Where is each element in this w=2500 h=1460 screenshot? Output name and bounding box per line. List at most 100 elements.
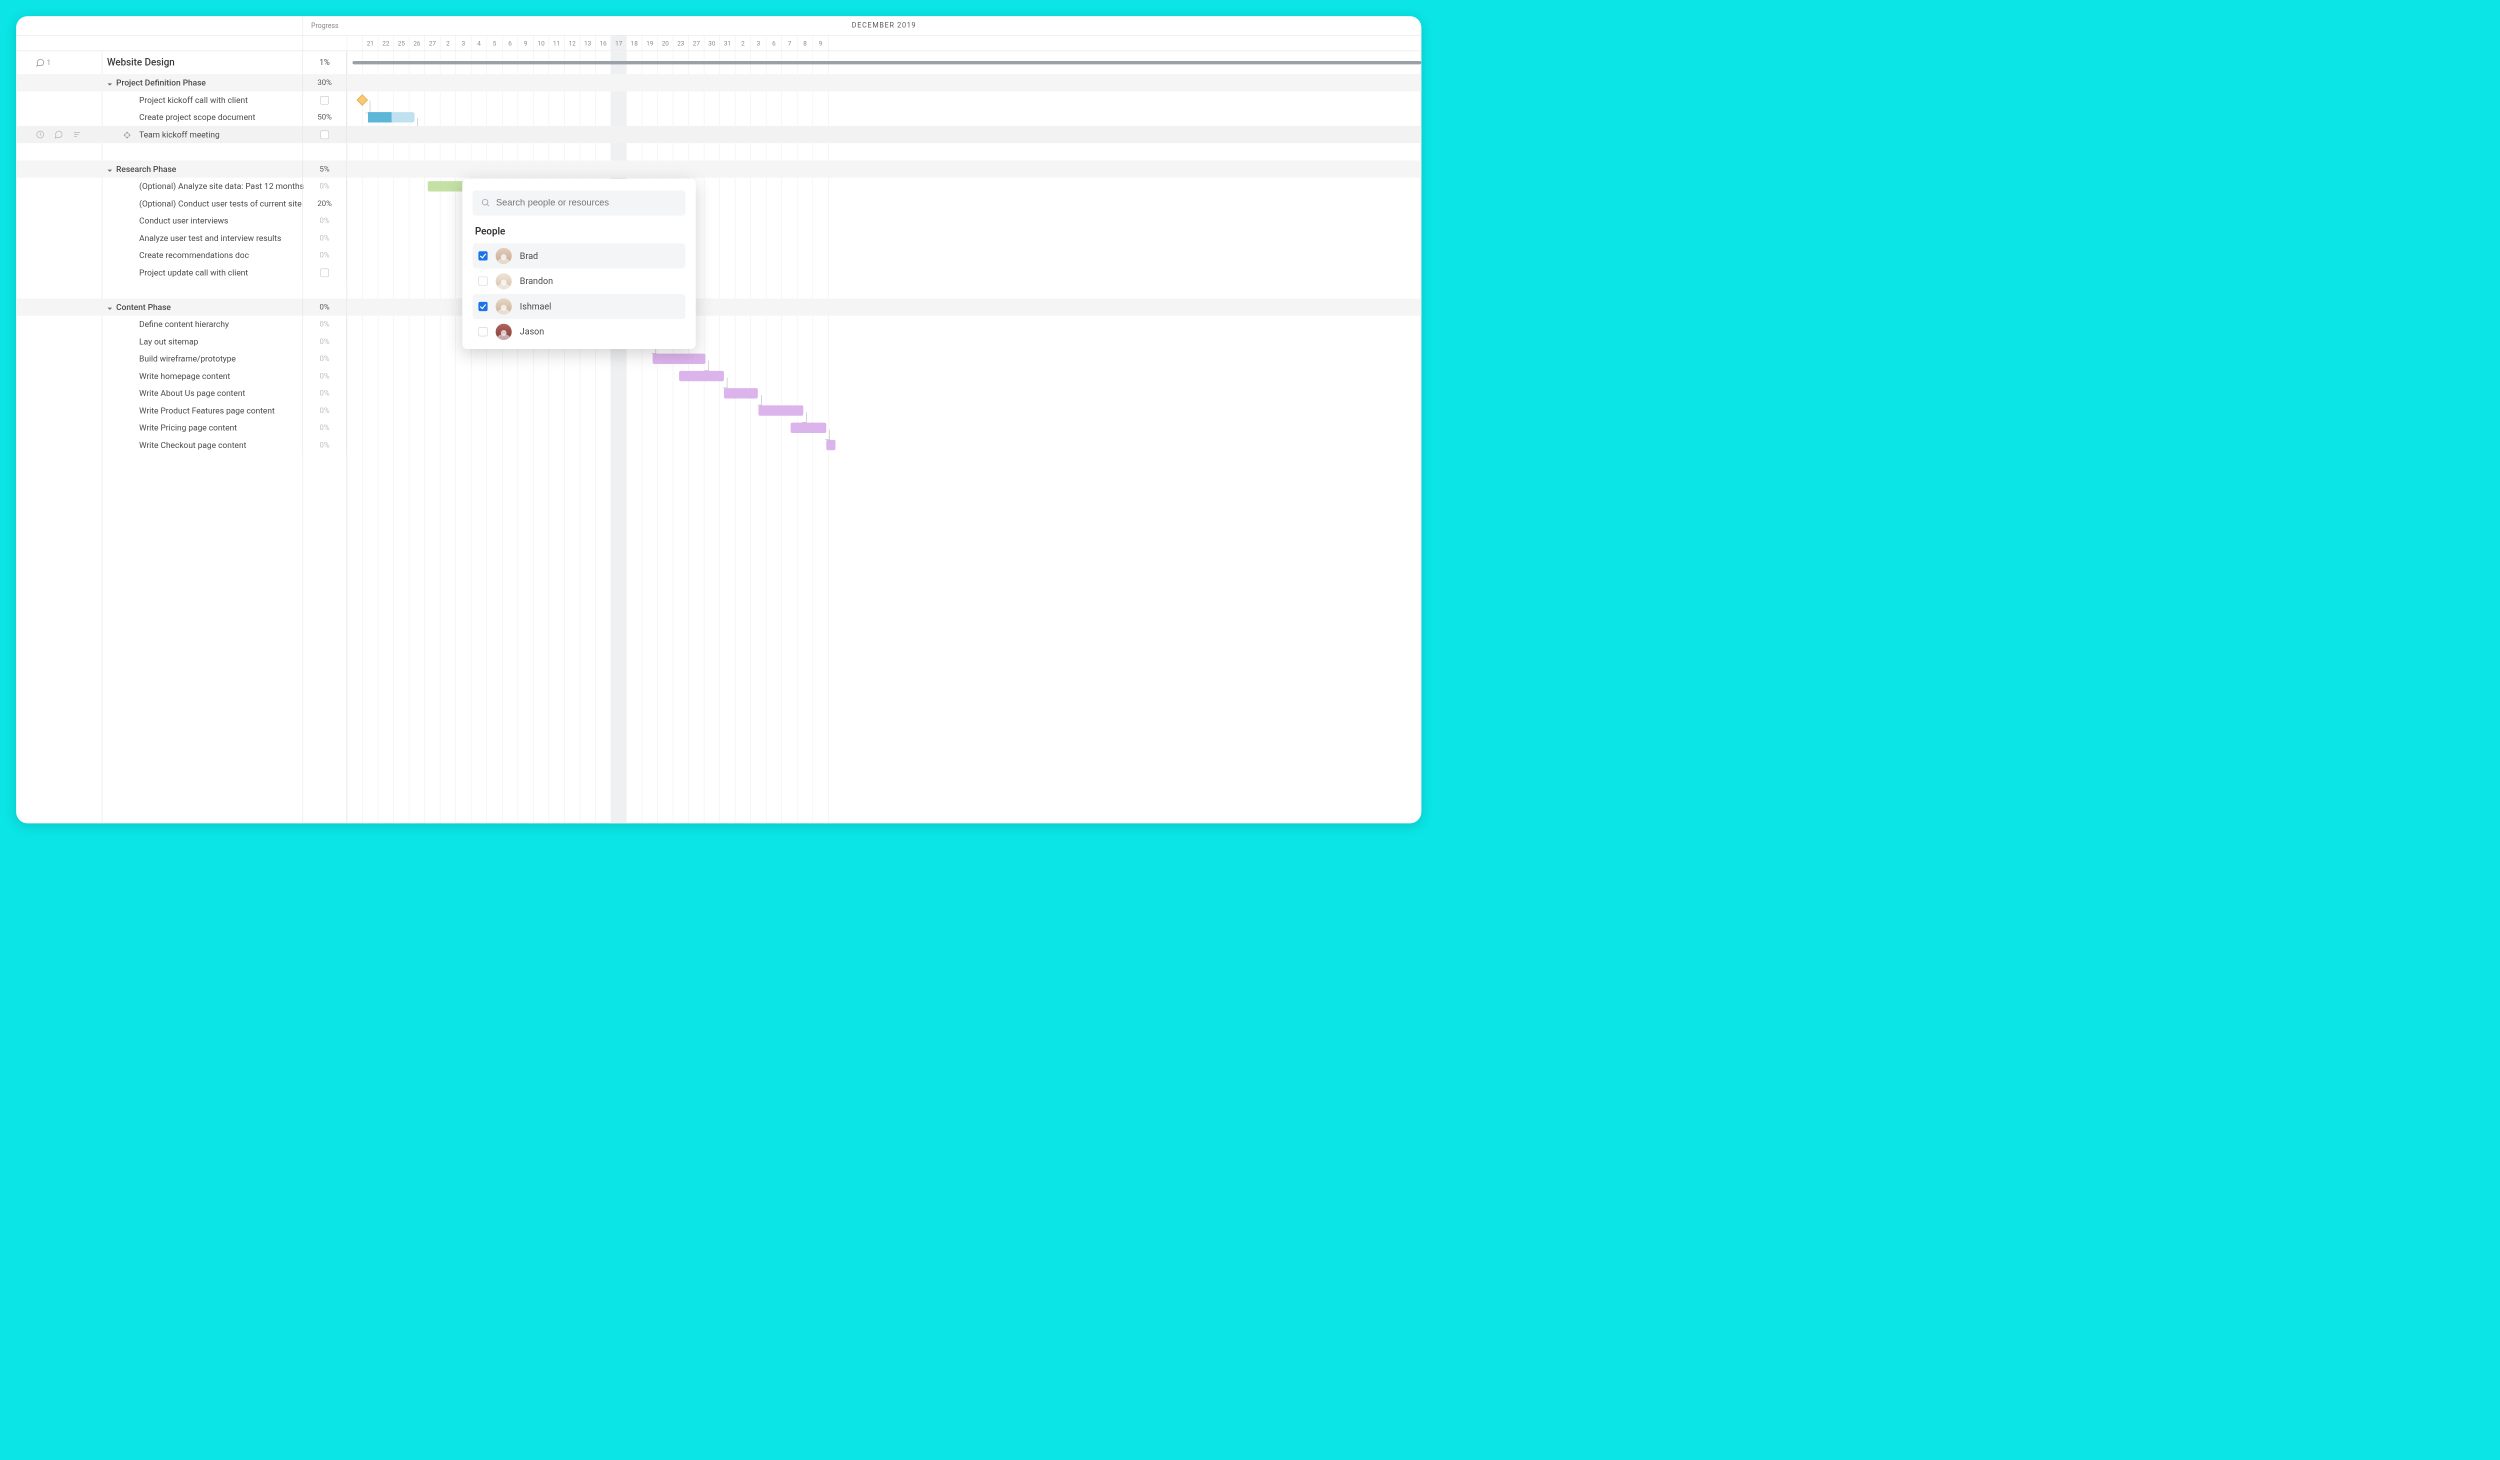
task-progress: 5% xyxy=(303,160,346,177)
date-cell: 31 xyxy=(719,36,735,51)
date-cell: 2 xyxy=(440,36,456,51)
people-list-item[interactable]: Jason xyxy=(473,319,686,344)
milestone-checkbox[interactable] xyxy=(320,130,329,139)
person-checkbox[interactable] xyxy=(478,327,487,336)
date-cell: 21 xyxy=(362,36,378,51)
milestone-checkbox[interactable] xyxy=(320,96,329,105)
date-cell: 11 xyxy=(549,36,565,51)
task-row[interactable]: (Optional) Analyze site data: Past 12 mo… xyxy=(139,178,304,195)
group-row[interactable]: Research Phase xyxy=(107,160,176,177)
people-list-item[interactable]: Brad xyxy=(473,243,686,268)
date-cell: 4 xyxy=(471,36,487,51)
task-row[interactable]: Write homepage content xyxy=(139,367,230,384)
date-cell: 5 xyxy=(486,36,502,51)
task-row[interactable]: Write Product Features page content xyxy=(139,402,275,419)
person-name: Ishmael xyxy=(520,301,551,311)
group-row[interactable]: Project Definition Phase xyxy=(107,74,206,91)
task-row[interactable]: Create project scope document xyxy=(139,109,255,126)
people-list-item[interactable]: Ishmael xyxy=(473,294,686,319)
task-row[interactable]: Analyze user test and interview results xyxy=(139,229,281,246)
clock-icon[interactable] xyxy=(36,130,45,139)
task-row[interactable]: Define content hierarchy xyxy=(139,316,229,333)
task-progress: 0% xyxy=(303,402,346,419)
group-row[interactable]: Content Phase xyxy=(107,298,171,315)
task-label: Write homepage content xyxy=(139,371,230,381)
date-cell: 27 xyxy=(424,36,440,51)
task-label: Write About Us page content xyxy=(139,388,245,398)
task-progress: 0% xyxy=(303,298,346,315)
chevron-down-icon[interactable] xyxy=(107,80,113,86)
timeline-date-band: 2122252627234569101112131617181920232730… xyxy=(347,36,1422,52)
task-row[interactable]: Write Pricing page content xyxy=(139,419,237,436)
drag-handle-icon[interactable] xyxy=(123,131,131,139)
task-label: Analyze user test and interview results xyxy=(139,233,281,243)
task-progress: 0% xyxy=(303,436,346,453)
people-search-input[interactable] xyxy=(496,198,677,208)
date-cell: 9 xyxy=(518,36,534,51)
comments-badge[interactable]: 1 xyxy=(36,58,51,67)
milestone-checkbox[interactable] xyxy=(320,268,329,277)
date-cell: 17 xyxy=(611,36,627,51)
person-checkbox[interactable] xyxy=(478,251,487,260)
date-cell: 6 xyxy=(766,36,782,51)
person-checkbox[interactable] xyxy=(478,302,487,311)
date-cell: 12 xyxy=(564,36,580,51)
person-name: Brandon xyxy=(520,276,553,286)
task-label: Research Phase xyxy=(116,164,176,174)
search-box[interactable] xyxy=(473,190,686,215)
task-row[interactable]: Team kickoff meeting xyxy=(139,126,220,143)
task-row[interactable]: Project kickoff call with client xyxy=(139,91,248,108)
avatar xyxy=(496,324,512,340)
task-label: Write Pricing page content xyxy=(139,423,237,433)
date-cell: 18 xyxy=(626,36,642,51)
date-cell: 3 xyxy=(455,36,471,51)
task-row[interactable]: (Optional) Conduct user tests of current… xyxy=(139,195,301,212)
date-cell: 30 xyxy=(704,36,720,51)
date-cell xyxy=(347,36,363,51)
task-row[interactable]: Write Checkout page content xyxy=(139,436,246,453)
task-row[interactable]: Write About Us page content xyxy=(139,385,245,402)
people-list-item[interactable]: Brandon xyxy=(473,269,686,294)
chevron-down-icon[interactable] xyxy=(107,304,113,310)
task-progress: 0% xyxy=(303,385,346,402)
task-progress: 20% xyxy=(303,195,346,212)
task-label: Define content hierarchy xyxy=(139,319,229,329)
date-cell: 9 xyxy=(812,36,828,51)
person-checkbox[interactable] xyxy=(478,277,487,286)
task-label: (Optional) Analyze site data: Past 12 mo… xyxy=(139,181,304,191)
header-spacer xyxy=(16,16,302,36)
person-name: Jason xyxy=(520,327,544,337)
popover-section-title: People xyxy=(473,226,686,238)
task-progress: 0% xyxy=(303,247,346,264)
task-row[interactable]: Build wireframe/prototype xyxy=(139,350,236,367)
date-cell: 27 xyxy=(688,36,704,51)
task-row[interactable]: Create recommendations doc xyxy=(139,247,249,264)
date-cell: 23 xyxy=(673,36,689,51)
notes-icon[interactable] xyxy=(72,130,81,139)
date-cell: 3 xyxy=(750,36,766,51)
task-progress: 0% xyxy=(303,419,346,436)
task-progress: 30% xyxy=(303,74,346,91)
chevron-down-icon[interactable] xyxy=(107,166,113,172)
task-progress: 0% xyxy=(303,229,346,246)
project-progress: 1% xyxy=(302,51,346,74)
app-window: Progress DECEMBER 2019 21222526272345691… xyxy=(16,16,1421,823)
date-cell: 22 xyxy=(378,36,394,51)
project-title[interactable]: Website Design xyxy=(107,51,175,74)
task-row[interactable]: Lay out sitemap xyxy=(139,333,198,350)
task-row[interactable]: Conduct user interviews xyxy=(139,212,228,229)
avatar xyxy=(496,273,512,289)
task-label: Project kickoff call with client xyxy=(139,95,248,105)
task-label: Project Definition Phase xyxy=(116,78,206,88)
task-row[interactable]: Project update call with client xyxy=(139,264,248,281)
name-column-header xyxy=(16,36,302,52)
chat-icon[interactable] xyxy=(54,130,63,139)
task-label: Conduct user interviews xyxy=(139,216,228,226)
date-cell: 13 xyxy=(580,36,596,51)
assignee-popover: People Brad Brandon Ishmael Jason xyxy=(462,179,695,349)
date-cell: 19 xyxy=(642,36,658,51)
date-cell: 20 xyxy=(657,36,673,51)
task-label: (Optional) Conduct user tests of current… xyxy=(139,199,301,209)
date-cell: 7 xyxy=(781,36,797,51)
date-cell xyxy=(828,36,844,51)
